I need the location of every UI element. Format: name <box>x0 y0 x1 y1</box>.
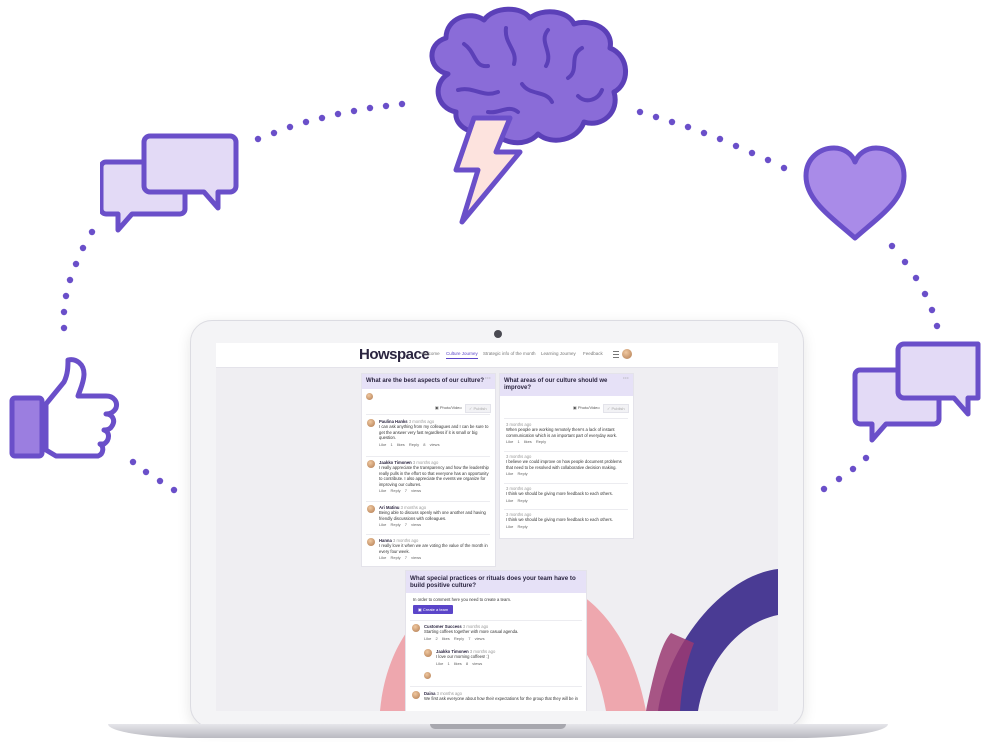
chat-bubbles-icon <box>852 341 981 443</box>
avatar <box>412 691 420 699</box>
comment-text: Starting coffees together with more casu… <box>424 629 519 634</box>
comment-text: I think we should be giving more feedbac… <box>506 517 613 522</box>
list-item: Hanna 3 months ago I really love it when… <box>379 538 489 560</box>
avatar <box>367 538 375 546</box>
list-item: 3 months ago I believe we could improve … <box>506 454 626 476</box>
avatar <box>367 460 375 468</box>
list-item: 3 months ago I think we should be giving… <box>506 512 626 529</box>
avatar <box>366 393 373 400</box>
comment-actions[interactable]: Like Reply 7 views <box>379 488 489 493</box>
avatar <box>412 624 420 632</box>
divider <box>504 451 628 452</box>
laptop-notch <box>430 724 566 729</box>
divider <box>366 456 490 457</box>
photo-video-label: Photo/Video <box>439 405 462 410</box>
nav-item-strategic-info[interactable]: Strategic info of the month <box>483 351 536 356</box>
photo-video-label: Photo/Video <box>577 405 600 410</box>
panel-improve-areas: What areas of our culture should we impr… <box>499 373 634 539</box>
app-logo[interactable]: Howspace <box>359 346 430 363</box>
divider <box>410 686 582 687</box>
create-team-notice: In order to comment here you need to cre… <box>413 597 511 602</box>
heart-icon <box>803 145 907 241</box>
comment-text: I can ask anything from my colleagues an… <box>379 424 489 441</box>
panel-title: What are the best aspects of our culture… <box>362 374 495 389</box>
divider <box>366 414 490 415</box>
avatar <box>367 419 375 427</box>
reply-item: Jaakko Timonen 3 months ago I love our m… <box>436 649 576 666</box>
list-item: 3 months ago I think we should be giving… <box>506 486 626 503</box>
list-item: Daina 3 months ago We first ask everyone… <box>424 691 580 702</box>
comment-actions[interactable]: Like Reply <box>506 524 626 529</box>
divider <box>504 418 628 419</box>
panel-title: What areas of our culture should we impr… <box>500 374 633 396</box>
divider <box>504 483 628 484</box>
divider <box>504 509 628 510</box>
comment-actions[interactable]: Like Reply <box>506 471 626 476</box>
top-nav: Howspace Welcome Culture Journey Strateg… <box>216 343 778 368</box>
more-icon[interactable]: ··· <box>623 376 629 383</box>
avatar <box>367 505 375 513</box>
chat-bubbles-icon <box>100 133 239 233</box>
comment-actions[interactable]: Like Reply <box>506 498 626 503</box>
comment-text: I really love it when we are voting the … <box>379 543 488 554</box>
list-item: Paulina Hanks 3 months ago I can ask any… <box>379 419 489 447</box>
list-item: 3 months ago When people are working rem… <box>506 422 626 444</box>
comment-actions[interactable]: Like Reply 7 views <box>379 522 489 527</box>
more-icon[interactable]: ··· <box>485 376 491 383</box>
comment-text: I believe we could improve on how people… <box>506 459 622 470</box>
nav-item-welcome[interactable]: Welcome <box>421 351 440 356</box>
comment-text: We first ask everyone about how their ex… <box>424 696 579 701</box>
list-item: Customer Success 3 months ago Starting c… <box>424 624 574 641</box>
nav-item-culture-journey[interactable]: Culture Journey <box>446 351 478 359</box>
create-team-label: Create a team <box>422 607 449 612</box>
panel-title: What special practices or rituals does y… <box>406 571 586 593</box>
comment-actions[interactable]: Like Reply 7 views <box>379 555 489 560</box>
panel-best-aspects: What are the best aspects of our culture… <box>361 373 496 567</box>
photo-video-button[interactable]: ▣ Photo/Video <box>573 405 600 410</box>
publish-button[interactable]: ✓ Publish <box>603 404 629 413</box>
comment-text: When people are working remotely there's… <box>506 427 618 438</box>
comment-text: I think we should be giving more feedbac… <box>506 491 613 496</box>
create-team-button[interactable]: ▣ Create a team <box>413 605 454 614</box>
comment-actions[interactable]: Like 1 likes 8 views <box>436 661 576 666</box>
nav-item-learning-journey[interactable]: Learning Journey <box>541 351 576 356</box>
panel-title-text: What special practices or rituals does y… <box>410 575 576 589</box>
webcam-icon <box>494 330 502 338</box>
comment-actions[interactable]: Like 1 likes Reply 8 views <box>379 442 489 447</box>
comment-text: I really appreciate the transparency and… <box>379 465 489 487</box>
comment-actions[interactable]: Like 1 likes Reply <box>506 439 626 444</box>
divider <box>410 620 582 621</box>
comment-text: I love our morning coffees! :) <box>436 654 489 659</box>
list-item: Ari Matinu 3 months ago Being able to di… <box>379 505 489 527</box>
panel-title-text: What are the best aspects of our culture… <box>366 378 485 384</box>
panel-team-rituals: What special practices or rituals does y… <box>405 570 587 711</box>
app-screen: Howspace Welcome Culture Journey Strateg… <box>216 343 778 711</box>
menu-icon[interactable] <box>613 351 619 358</box>
divider <box>366 534 490 535</box>
avatar <box>424 649 432 657</box>
photo-video-button[interactable]: ▣ Photo/Video <box>435 405 462 410</box>
nav-item-feedback[interactable]: Feedback <box>583 351 603 356</box>
thumbs-up-icon <box>9 357 119 459</box>
list-item: Jaakko Timonen 3 months ago I really app… <box>379 460 489 493</box>
user-avatar[interactable] <box>622 349 632 359</box>
avatar <box>424 672 431 679</box>
divider <box>366 501 490 502</box>
comment-actions[interactable]: Like 2 likes Reply 7 views <box>424 636 574 641</box>
lightning-icon <box>453 115 523 225</box>
comment-text: Being able to discuss openly with one an… <box>379 510 486 521</box>
panel-title-text: What areas of our culture should we impr… <box>504 378 608 391</box>
publish-button[interactable]: ✓ Publish <box>465 404 491 413</box>
